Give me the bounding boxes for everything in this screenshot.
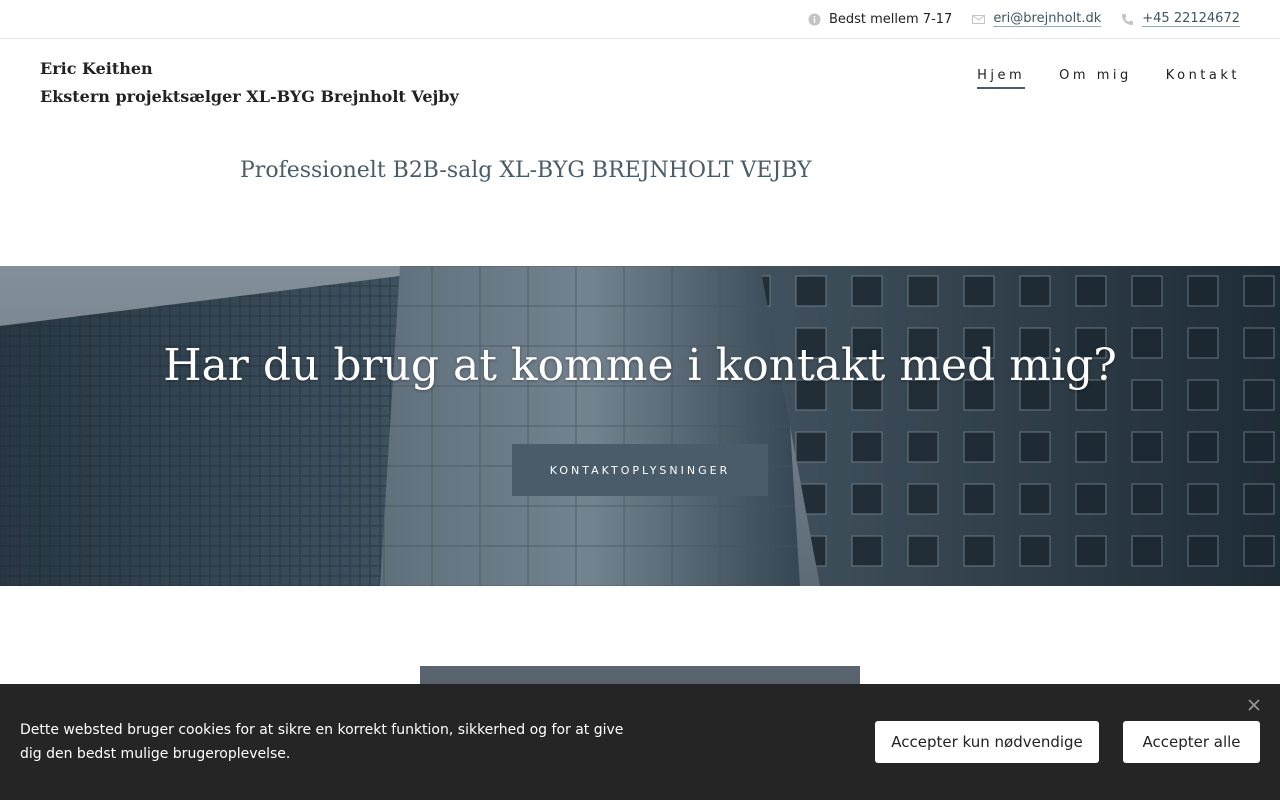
nav-item-hjem[interactable]: Hjem [977, 68, 1026, 89]
info-icon [808, 13, 821, 26]
phone-item[interactable]: +45 22124672 [1121, 11, 1240, 27]
email-item[interactable]: eri@brejnholt.dk [972, 11, 1102, 27]
site-role: Ekstern projektsælger XL-BYG Brejnholt V… [40, 87, 459, 106]
nav-item-om-mig[interactable]: Om mig [1059, 68, 1132, 89]
cookie-banner: Dette websted bruger cookies for at sikr… [0, 684, 1280, 800]
phone-icon [1121, 13, 1134, 26]
hero-background-image [0, 266, 1280, 586]
main-nav: Hjem Om mig Kontakt [977, 68, 1240, 89]
contact-info-button[interactable]: KONTAKTOPLYSNINGER [512, 444, 768, 496]
site-name: Eric Keithen [40, 59, 153, 78]
hours-item: Bedst mellem 7-17 [808, 12, 952, 27]
top-bar: Bedst mellem 7-17 eri@brejnholt.dk +45 2… [0, 0, 1280, 39]
accept-necessary-button[interactable]: Accepter kun nødvendige [875, 721, 1099, 763]
hours-text: Bedst mellem 7-17 [828, 11, 953, 27]
close-icon[interactable] [1246, 698, 1262, 714]
nav-item-kontakt[interactable]: Kontakt [1166, 68, 1240, 89]
hero-title: Har du brug at komme i kontakt med mig? [163, 340, 1117, 391]
hero-section: Har du brug at komme i kontakt med mig? … [0, 266, 1280, 586]
cookie-text: Dette websted bruger cookies for at sikr… [20, 722, 624, 762]
email-link[interactable]: eri@brejnholt.dk [993, 11, 1102, 27]
mail-icon [972, 13, 986, 26]
phone-link[interactable]: +45 22124672 [1142, 11, 1240, 27]
accept-all-button[interactable]: Accepter alle [1123, 721, 1260, 763]
site-title[interactable]: Eric Keithen Ekstern projektsælger XL-BY… [40, 55, 459, 111]
tagline: Professionelt B2B-salg XL-BYG BREJNHOLT … [240, 158, 812, 183]
